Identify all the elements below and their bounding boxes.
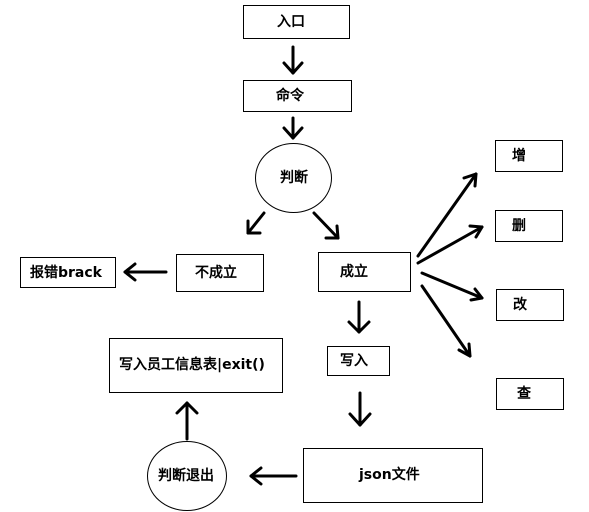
arrow-json-file-to-judge-exit <box>249 466 298 486</box>
arrow-command-to-judge <box>282 116 304 140</box>
entry-node: 入口 <box>243 5 350 39</box>
entry-label: 入口 <box>277 14 305 30</box>
judge-exit-label: 判断退出 <box>158 468 214 484</box>
query-label: 查 <box>517 386 531 402</box>
error-label: 报错brack <box>30 265 102 281</box>
modify-node: 改 <box>496 289 564 321</box>
judge-exit-node: 判断退出 <box>147 441 227 511</box>
arrow-entry-to-command <box>282 45 304 75</box>
error-node: 报错brack <box>20 257 116 288</box>
arrow-write-to-json-file <box>348 391 372 427</box>
write-table-node: 写入员工信息表|exit() <box>109 338 283 393</box>
valid-label: 成立 <box>340 264 368 280</box>
arrow-valid-to-query <box>420 284 472 358</box>
modify-label: 改 <box>513 297 527 313</box>
delete-node: 删 <box>495 210 563 242</box>
arrow-judge-exit-to-write-table <box>175 401 199 441</box>
arrow-judge-to-not-valid <box>246 211 266 235</box>
add-node: 增 <box>495 140 563 172</box>
write-table-label: 写入员工信息表|exit() <box>119 357 265 373</box>
command-node: 命令 <box>243 80 352 112</box>
valid-node: 成立 <box>318 252 411 292</box>
write-label: 写入 <box>340 353 368 369</box>
write-node: 写入 <box>327 346 390 376</box>
delete-label: 删 <box>512 218 526 234</box>
add-label: 增 <box>512 148 526 164</box>
json-file-label: json文件 <box>359 467 420 483</box>
arrow-judge-to-valid <box>312 211 340 240</box>
not-valid-node: 不成立 <box>176 254 264 292</box>
judge-node: 判断 <box>255 143 332 213</box>
flow-arrows <box>123 45 484 486</box>
judge-label: 判断 <box>280 170 308 186</box>
json-file-node: json文件 <box>303 448 483 503</box>
not-valid-label: 不成立 <box>195 265 237 281</box>
arrow-valid-to-add <box>416 172 478 258</box>
query-node: 查 <box>496 378 564 410</box>
arrow-valid-to-modify <box>420 271 484 302</box>
arrow-not-valid-to-error <box>123 262 168 282</box>
arrow-valid-to-write <box>347 300 371 334</box>
command-label: 命令 <box>276 88 304 104</box>
